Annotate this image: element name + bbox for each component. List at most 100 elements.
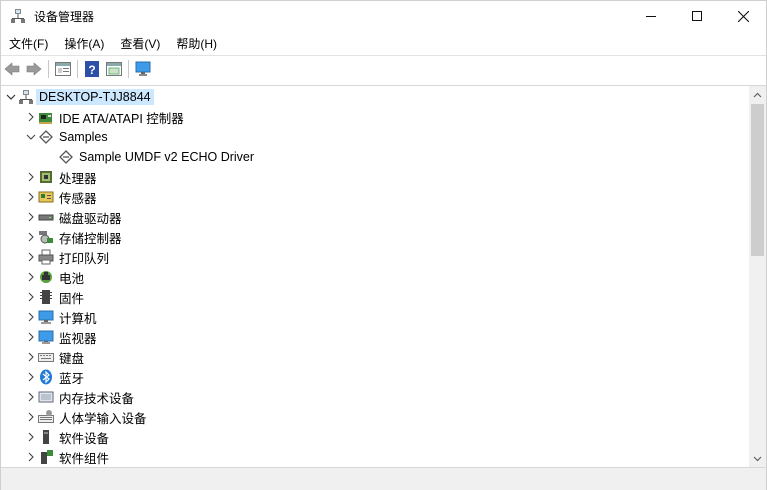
- chevron-down-icon[interactable]: [4, 87, 18, 107]
- hid-icon: [38, 409, 54, 425]
- battery-icon: [38, 269, 54, 285]
- tree-item-label: 计算机: [59, 311, 97, 326]
- scroll-up-button[interactable]: [749, 86, 766, 103]
- tree-item-storage-controller[interactable]: 存储控制器: [24, 227, 122, 247]
- title-bar[interactable]: 设备管理器: [1, 1, 766, 31]
- scrollbar-thumb[interactable]: [751, 104, 764, 256]
- properties-button[interactable]: [52, 58, 74, 80]
- device-manager-window: 设备管理器 文件(F) 操作(A) 查看(V) 帮助(H) ? DESKTOP-…: [0, 0, 767, 490]
- chevron-right-icon[interactable]: [24, 327, 38, 347]
- device-tree: DESKTOP-TJJ8844 IDE ATA/ATAPI 控制器 Sample…: [1, 86, 749, 467]
- chevron-right-icon[interactable]: [24, 307, 38, 327]
- tree-item-computer[interactable]: 计算机: [24, 307, 97, 327]
- software-device-icon: [38, 429, 54, 445]
- menu-action[interactable]: 操作(A): [56, 35, 112, 52]
- keyboard-icon: [38, 349, 54, 365]
- tree-item-disk-drive[interactable]: 磁盘驱动器: [24, 207, 122, 227]
- chevron-right-icon[interactable]: [24, 107, 38, 127]
- tree-item-bluetooth[interactable]: 蓝牙: [24, 367, 84, 387]
- monitor-icon: [135, 61, 151, 76]
- processor-icon: [38, 169, 54, 185]
- tree-item-monitor[interactable]: 监视器: [24, 327, 97, 347]
- forward-button[interactable]: [23, 58, 45, 80]
- update-icon: [106, 62, 122, 76]
- tree-item-label: 软件组件: [59, 451, 110, 466]
- chevron-right-icon[interactable]: [24, 227, 38, 247]
- tree-item-label: 处理器: [59, 171, 97, 186]
- tree-item-label: 存储控制器: [59, 231, 122, 246]
- tree-item-memory-device[interactable]: 内存技术设备: [24, 387, 134, 407]
- back-icon: [4, 62, 20, 76]
- tree-item-battery[interactable]: 电池: [24, 267, 84, 287]
- minimize-button[interactable]: [628, 1, 674, 31]
- tree-item-label: Sample UMDF v2 ECHO Driver: [79, 150, 255, 164]
- menu-bar: 文件(F) 操作(A) 查看(V) 帮助(H): [1, 32, 766, 54]
- scan-hardware-button[interactable]: [132, 58, 154, 80]
- chevron-right-icon[interactable]: [24, 427, 38, 447]
- chevron-down-icon: [753, 456, 762, 461]
- tree-root[interactable]: DESKTOP-TJJ8844: [4, 87, 154, 107]
- tree-item-label: IDE ATA/ATAPI 控制器: [59, 111, 184, 126]
- maximize-button[interactable]: [674, 1, 720, 31]
- tree-item-software-device[interactable]: 软件设备: [24, 427, 109, 447]
- tree-item-keyboard[interactable]: 键盘: [24, 347, 84, 367]
- ide-controller-icon: [38, 109, 54, 125]
- tree-item-software-component[interactable]: 软件组件: [24, 447, 109, 467]
- status-bar: [1, 467, 766, 490]
- toolbar-separator: [77, 60, 78, 78]
- computer-tree-icon: [18, 89, 34, 105]
- back-button[interactable]: [1, 58, 23, 80]
- chevron-right-icon[interactable]: [24, 347, 38, 367]
- tree-item-label: 磁盘驱动器: [59, 211, 122, 226]
- chevron-right-icon[interactable]: [24, 247, 38, 267]
- device-tree-pane: DESKTOP-TJJ8844 IDE ATA/ATAPI 控制器 Sample…: [1, 85, 766, 467]
- update-driver-button[interactable]: [103, 58, 125, 80]
- sample-device-icon: [58, 149, 74, 165]
- chevron-right-icon[interactable]: [24, 167, 38, 187]
- tree-item-sample-driver[interactable]: Sample UMDF v2 ECHO Driver: [58, 147, 254, 167]
- sample-icon: [38, 129, 54, 145]
- chevron-right-icon[interactable]: [24, 187, 38, 207]
- help-icon: ?: [85, 61, 99, 77]
- sensor-icon: [38, 189, 54, 205]
- tree-item-ide[interactable]: IDE ATA/ATAPI 控制器: [24, 107, 184, 127]
- chevron-right-icon[interactable]: [24, 367, 38, 387]
- tree-item-sensor[interactable]: 传感器: [24, 187, 97, 207]
- vertical-scrollbar[interactable]: [749, 86, 766, 467]
- tree-item-label: Samples: [59, 130, 108, 144]
- properties-icon: [55, 62, 71, 76]
- chevron-right-icon[interactable]: [24, 447, 38, 467]
- tree-item-hid[interactable]: 人体学输入设备: [24, 407, 147, 427]
- toolbar-separator: [128, 60, 129, 78]
- tree-root-label: DESKTOP-TJJ8844: [36, 89, 154, 105]
- window-title: 设备管理器: [34, 9, 95, 24]
- scroll-down-button[interactable]: [749, 450, 766, 467]
- menu-help[interactable]: 帮助(H): [168, 35, 225, 52]
- chevron-right-icon[interactable]: [24, 207, 38, 227]
- tree-item-firmware[interactable]: 固件: [24, 287, 84, 307]
- chevron-right-icon[interactable]: [24, 387, 38, 407]
- disk-drive-icon: [38, 209, 54, 225]
- menu-view[interactable]: 查看(V): [112, 35, 168, 52]
- tree-item-print-queue[interactable]: 打印队列: [24, 247, 109, 267]
- bluetooth-icon: [38, 369, 54, 385]
- tree-item-label: 键盘: [59, 351, 85, 366]
- tree-item-processor[interactable]: 处理器: [24, 167, 97, 187]
- tree-item-label: 人体学输入设备: [59, 411, 147, 426]
- chevron-right-icon[interactable]: [24, 407, 38, 427]
- chevron-right-icon[interactable]: [24, 267, 38, 287]
- menu-file[interactable]: 文件(F): [1, 35, 56, 52]
- maximize-icon: [692, 11, 702, 21]
- close-button[interactable]: [720, 1, 766, 31]
- chevron-down-icon[interactable]: [24, 127, 38, 147]
- tree-item-samples[interactable]: Samples: [24, 127, 108, 147]
- tree-item-label: 内存技术设备: [59, 391, 135, 406]
- printer-icon: [38, 249, 54, 265]
- monitor-icon: [38, 329, 54, 345]
- close-icon: [737, 10, 749, 22]
- tree-item-label: 打印队列: [59, 251, 110, 266]
- help-button[interactable]: ?: [81, 58, 103, 80]
- chevron-up-icon: [753, 92, 762, 97]
- chevron-right-icon[interactable]: [24, 287, 38, 307]
- minimize-icon: [646, 16, 656, 17]
